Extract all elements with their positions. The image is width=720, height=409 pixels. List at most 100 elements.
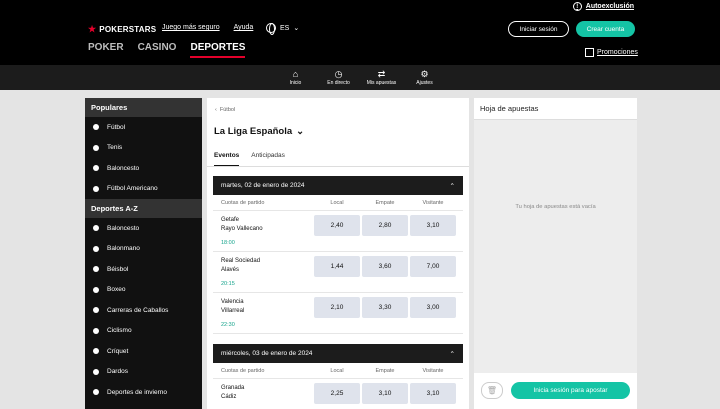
sidebar-item-darts[interactable]: Dardos [85,362,202,383]
day-header[interactable]: miércoles, 03 de enero de 2024 ⌃ [213,344,463,363]
home-team: Real Sociedad [221,258,261,264]
create-account-button[interactable]: Crear cuenta [576,21,635,37]
bicycle-icon [93,327,99,334]
sidebar-item-baseball[interactable]: Béisbol [85,259,202,280]
subnav-live[interactable]: ◷ En directo [324,69,354,90]
chevron-down-icon: ⌄ [296,126,305,137]
autoexclusion-label: Autoexclusión [585,3,634,10]
main-nav: POKER CASINO DEPORTES [88,42,246,58]
sidebar-item-boxing[interactable]: Boxeo [85,280,202,301]
away-header: Visitante [422,199,444,206]
sidebar-item-basketball[interactable]: Baloncesto [85,158,202,179]
sidebar-item-label: Baloncesto [107,224,140,232]
basketball-icon [93,225,99,232]
home-icon: ⌂ [292,69,299,79]
sidebar-item-label: Boxeo [107,286,126,294]
odds-home-button[interactable]: 2,40 [314,215,360,236]
away-team: Rayo Vallecano [221,226,263,232]
day-date: miércoles, 03 de enero de 2024 [221,350,313,357]
language-label: ES [280,24,290,32]
sidebar-item-handball[interactable]: Balonmano [85,239,202,260]
odds-draw-button[interactable]: 3,60 [362,256,408,277]
sidebar-item-tennis[interactable]: Tenis [85,138,202,159]
odds-home-button[interactable]: 1,44 [314,256,360,277]
odds-away-button[interactable]: 3,10 [410,383,456,404]
breadcrumb-label: Fútbol [219,107,236,113]
american-football-icon [93,185,99,192]
sidebar-popular-title: Populares [85,98,202,117]
nav-sports[interactable]: DEPORTES [190,42,246,58]
sidebar-item-cycling[interactable]: Ciclismo [85,321,202,342]
subnav-my-bets[interactable]: ⇄ Mis apuestas [367,69,397,90]
league-title: La Liga Española [214,126,293,137]
cricket-icon [93,348,99,355]
sidebar-item-label: Ciclismo [107,327,132,335]
sidebar-item-winter-sports[interactable]: Deportes de invierno [85,382,202,403]
odds-away-button[interactable]: 7,00 [410,256,456,277]
subnav-settings[interactable]: ⚙ Ajustes [410,69,440,90]
sidebar-item-az-basketball[interactable]: Baloncesto [85,218,202,239]
sidebar-item-label: Fútbol Americano [107,185,158,193]
match-row[interactable]: Valencia Villarreal 22:30 2,10 3,30 3,00 [213,293,463,334]
trash-icon[interactable]: 🗑 [481,382,503,399]
odds-draw-button[interactable]: 3,30 [362,297,408,318]
breadcrumb[interactable]: ‹ Fútbol [215,107,235,113]
sidebar-item-football[interactable]: Fútbol [85,117,202,138]
exchange-icon: ⇄ [377,69,386,79]
autoexclusion-link[interactable]: ! Autoexclusión [572,2,634,11]
login-to-bet-button[interactable]: Inicia sesión para apostar [511,382,630,399]
betslip-body: Tu hoja de apuestas está vacía [474,120,637,373]
match-time: 18:00 [221,240,235,246]
stopwatch-icon: ◷ [334,69,343,79]
promotions-link[interactable]: Promociones [585,48,638,57]
tennis-icon [93,144,99,151]
promotions-label: Promociones [597,49,638,56]
help-link[interactable]: Ayuda [234,24,254,31]
day-block: martes, 02 de enero de 2024 ⌃ Cuotas de … [213,176,463,334]
odds-home-button[interactable]: 2,25 [314,383,360,404]
day-header[interactable]: martes, 02 de enero de 2024 ⌃ [213,176,463,195]
home-header: Local [330,199,344,206]
away-team: Cádiz [221,394,237,400]
away-team: Villarreal [221,308,245,314]
odds-column-headers: Cuotas de partido Local Empate Visitante [213,363,463,379]
language-selector[interactable]: ES ⌄ [266,23,299,35]
login-button[interactable]: Iniciar sesión [508,21,569,37]
subnav-my-bets-label: Mis apuestas [366,80,397,86]
nav-poker[interactable]: POKER [88,42,124,58]
sidebar-item-cricket[interactable]: Críquet [85,341,202,362]
dart-icon [93,368,99,375]
event-tabs: Eventos Anticipadas [214,152,285,167]
odds-draw-button[interactable]: 2,80 [362,215,408,236]
baseball-icon [93,266,99,273]
nav-casino[interactable]: CASINO [138,42,177,58]
match-teams[interactable]: Granada Cádiz [221,384,244,402]
match-row[interactable]: Granada Cádiz 2,25 3,10 3,10 [213,379,463,409]
subnav-settings-label: Ajustes [416,80,433,86]
match-teams[interactable]: Real Sociedad Alavés [221,257,260,275]
odds-draw-button[interactable]: 3,10 [362,383,408,404]
odds-away-button[interactable]: 3,00 [410,297,456,318]
away-team: Alavés [221,267,240,273]
league-selector[interactable]: La Liga Española ⌄ [214,126,304,137]
star-icon: ★ [88,24,97,34]
match-teams[interactable]: Getafe Rayo Vallecano [221,216,263,234]
away-header: Visitante [422,367,444,374]
sidebar-item-american-football[interactable]: Fútbol Americano [85,179,202,200]
betslip-panel: Hoja de apuestas Tu hoja de apuestas est… [474,98,637,409]
match-row[interactable]: Getafe Rayo Vallecano 18:00 2,40 2,80 3,… [213,211,463,252]
subnav-live-label: En directo [327,80,350,86]
home-header: Local [330,367,344,374]
safer-gambling-link[interactable]: Juego más seguro [162,24,220,31]
subnav-home[interactable]: ⌂ Inicio [281,69,311,90]
tab-events[interactable]: Eventos [214,152,240,167]
odds-home-button[interactable]: 2,10 [314,297,360,318]
market-header: Cuotas de partido [221,367,265,374]
tab-outrights[interactable]: Anticipadas [251,152,285,167]
match-teams[interactable]: Valencia Villarreal [221,298,244,316]
sidebar-item-horse-racing[interactable]: Carreras de Caballos [85,300,202,321]
pokerstars-logo[interactable]: ★ POKERSTARS [88,24,156,35]
match-row[interactable]: Real Sociedad Alavés 20:15 1,44 3,60 7,0… [213,252,463,293]
top-header: ! Autoexclusión ★ POKERSTARS Juego más s… [0,0,720,65]
odds-away-button[interactable]: 3,10 [410,215,456,236]
